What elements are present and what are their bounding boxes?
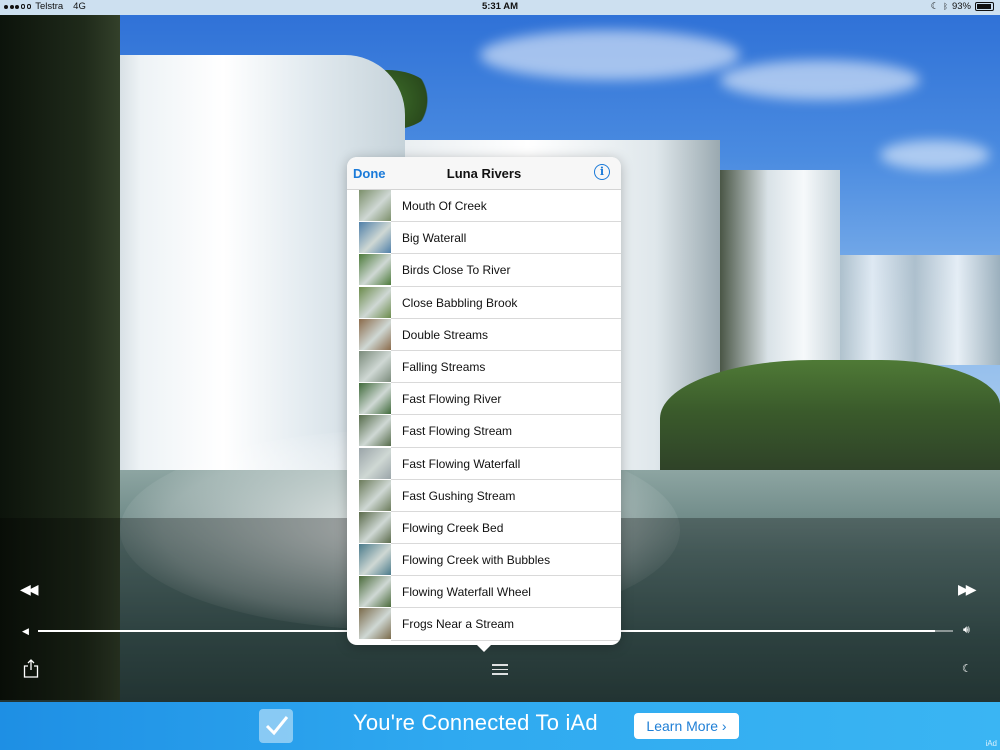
track-list: Mouth Of Creek Big Waterall Birds Close … xyxy=(347,190,621,641)
track-thumbnail xyxy=(359,608,391,640)
track-label: Big Waterall xyxy=(402,231,467,246)
list-item[interactable]: Flowing Creek Bed xyxy=(347,511,621,545)
track-thumbnail xyxy=(359,576,391,608)
cloud xyxy=(880,140,990,170)
track-label: Birds Close To River xyxy=(402,263,511,278)
track-label: Double Streams xyxy=(402,327,489,342)
ad-banner[interactable]: You're Connected To iAd Learn More › iAd xyxy=(0,702,1000,750)
list-item[interactable]: Fast Flowing Waterfall xyxy=(347,447,621,480)
list-item[interactable]: Fast Gushing Stream xyxy=(347,479,621,512)
popover-title: Luna Rivers xyxy=(446,166,522,181)
track-label: Frogs Near a Stream xyxy=(402,617,515,632)
list-item[interactable]: Double Streams xyxy=(347,318,621,351)
list-item[interactable]: Falling Streams xyxy=(347,350,621,384)
track-thumbnail xyxy=(359,383,391,415)
track-label: Falling Streams xyxy=(402,359,486,374)
track-label: Close Babbling Brook xyxy=(402,295,518,310)
track-label: Fast Flowing Waterfall xyxy=(402,456,521,471)
list-item[interactable]: Fast Flowing River xyxy=(347,383,621,416)
status-right: ☾ ᛒ 93% xyxy=(931,1,994,12)
cloud xyxy=(480,30,740,80)
list-item[interactable]: Mouth Of Creek xyxy=(347,190,621,223)
track-label: Flowing Waterfall Wheel xyxy=(402,585,531,600)
moon-icon: ☾ xyxy=(930,1,940,12)
next-icon[interactable]: ▶▶ xyxy=(958,581,976,598)
track-label: Fast Gushing Stream xyxy=(402,488,516,503)
track-thumbnail xyxy=(359,254,391,286)
track-thumbnail xyxy=(359,222,391,254)
track-thumbnail xyxy=(359,190,391,221)
status-bar: Telstra 4G 5:31 AM ☾ ᛒ 93% xyxy=(0,0,1000,15)
iad-tag: iAd xyxy=(985,739,997,748)
track-thumbnail xyxy=(359,350,391,382)
ad-text: You're Connected To iAd xyxy=(353,710,598,735)
popover-header: Done Luna Rivers i xyxy=(347,157,621,190)
list-item[interactable]: Flowing Creek with Bubbles xyxy=(347,544,621,577)
track-thumbnail xyxy=(359,415,391,447)
track-thumbnail xyxy=(359,544,391,576)
moon-icon[interactable]: ☾ xyxy=(962,662,972,675)
volume-low-icon: ◀ xyxy=(22,626,29,636)
track-label: Flowing Creek with Bubbles xyxy=(402,553,551,568)
previous-icon[interactable]: ◀◀ xyxy=(20,581,38,598)
status-time: 5:31 AM xyxy=(481,1,519,12)
track-thumbnail xyxy=(359,318,391,350)
list-item[interactable]: Frogs Near a Stream xyxy=(347,608,621,641)
chevron-right-icon: › xyxy=(721,718,727,734)
playlist-popover: Done Luna Rivers i Mouth Of Creek Big Wa… xyxy=(347,157,621,645)
distant-falls xyxy=(830,255,1000,365)
volume-high-icon: 🔊︎ xyxy=(963,624,970,636)
track-label: Flowing Creek Bed xyxy=(402,520,504,535)
track-thumbnail xyxy=(359,286,391,318)
bluetooth-icon: ᛒ xyxy=(943,2,948,11)
track-label: Fast Flowing Stream xyxy=(402,424,513,439)
track-label: Fast Flowing River xyxy=(402,392,502,407)
track-thumbnail xyxy=(359,511,391,543)
battery-percent: 93% xyxy=(951,1,971,12)
track-thumbnail xyxy=(359,479,391,511)
list-item[interactable]: Fast Flowing Stream xyxy=(347,415,621,448)
list-item[interactable]: Birds Close To River xyxy=(347,254,621,287)
list-item[interactable]: Big Waterall xyxy=(347,222,621,255)
share-icon[interactable] xyxy=(23,659,39,678)
battery-icon xyxy=(975,2,994,11)
list-icon[interactable] xyxy=(492,664,508,676)
list-item[interactable]: Flowing Waterfall Wheel xyxy=(347,576,621,609)
list-item[interactable]: Close Babbling Brook xyxy=(347,286,621,319)
checkmark-icon xyxy=(259,709,293,743)
info-icon[interactable]: i xyxy=(594,164,610,180)
track-label: Mouth Of Creek xyxy=(402,199,487,213)
learn-more-button[interactable]: Learn More › xyxy=(634,713,739,739)
cloud xyxy=(720,60,920,100)
track-thumbnail xyxy=(359,447,391,479)
learn-more-label: Learn More xyxy=(646,718,719,734)
popover-arrow xyxy=(476,644,492,652)
